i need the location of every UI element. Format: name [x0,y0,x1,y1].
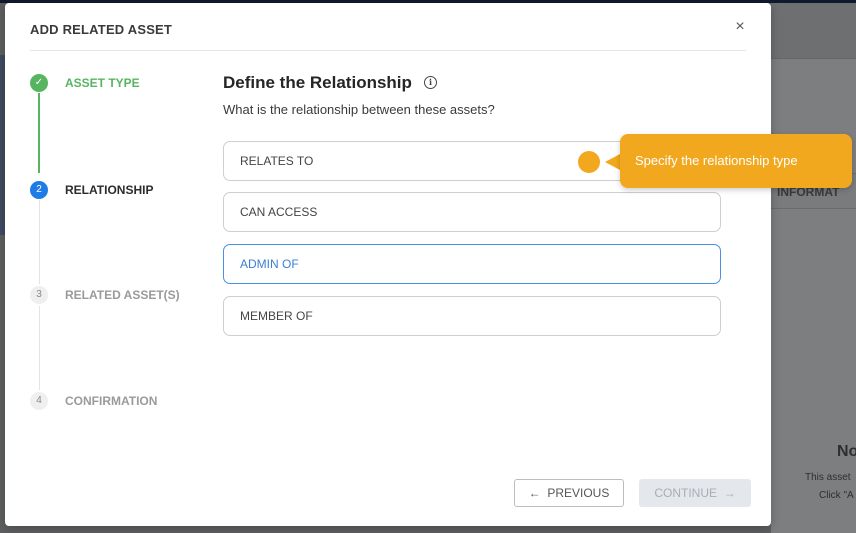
step-label: ASSET TYPE [65,76,140,90]
previous-button[interactable]: ← PREVIOUS [514,479,624,507]
check-icon: ✓ [30,74,48,92]
modal-header: ADD RELATED ASSET × [30,3,746,51]
previous-button-label: PREVIOUS [547,486,610,500]
continue-button-label: CONTINUE [654,486,717,500]
info-icon[interactable]: i [424,76,437,89]
close-icon[interactable]: × [732,19,748,35]
option-admin-of[interactable]: ADMIN OF [223,244,721,284]
option-can-access[interactable]: CAN ACCESS [223,192,721,232]
background-panel: INFORMAT No This asset Click "A [771,3,856,533]
arrow-right-icon: → [723,486,736,500]
background-empty-text: This asset [805,472,851,483]
section-title: Define the Relationship [223,73,412,92]
modal-title: ADD RELATED ASSET [30,22,173,37]
tooltip-pointer [605,154,620,170]
arrow-left-icon: ← [528,486,541,500]
step-label: CONFIRMATION [65,394,158,408]
tour-hotspot[interactable] [578,151,600,173]
step-number-badge: 3 [30,286,48,304]
tour-tooltip: Specify the relationship type [620,134,852,188]
continue-button[interactable]: CONTINUE → [639,479,751,507]
stepper-connector-done [38,93,40,173]
background-empty-title: No [837,443,856,460]
stepper-connector [39,200,40,284]
step-number-badge: 4 [30,392,48,410]
section-subtitle: What is the relationship between these a… [223,102,495,117]
step-number-badge: 2 [30,181,48,199]
step-label: RELATIONSHIP [65,183,154,197]
option-member-of[interactable]: MEMBER OF [223,296,721,336]
stepper-connector [39,306,40,390]
background-empty-hint: Click "A [819,490,854,501]
step-label: RELATED ASSET(S) [65,288,180,302]
background-panel-header [771,3,856,59]
add-related-asset-modal: ADD RELATED ASSET × ✓ ASSET TYPE 2 RELAT… [5,3,771,526]
